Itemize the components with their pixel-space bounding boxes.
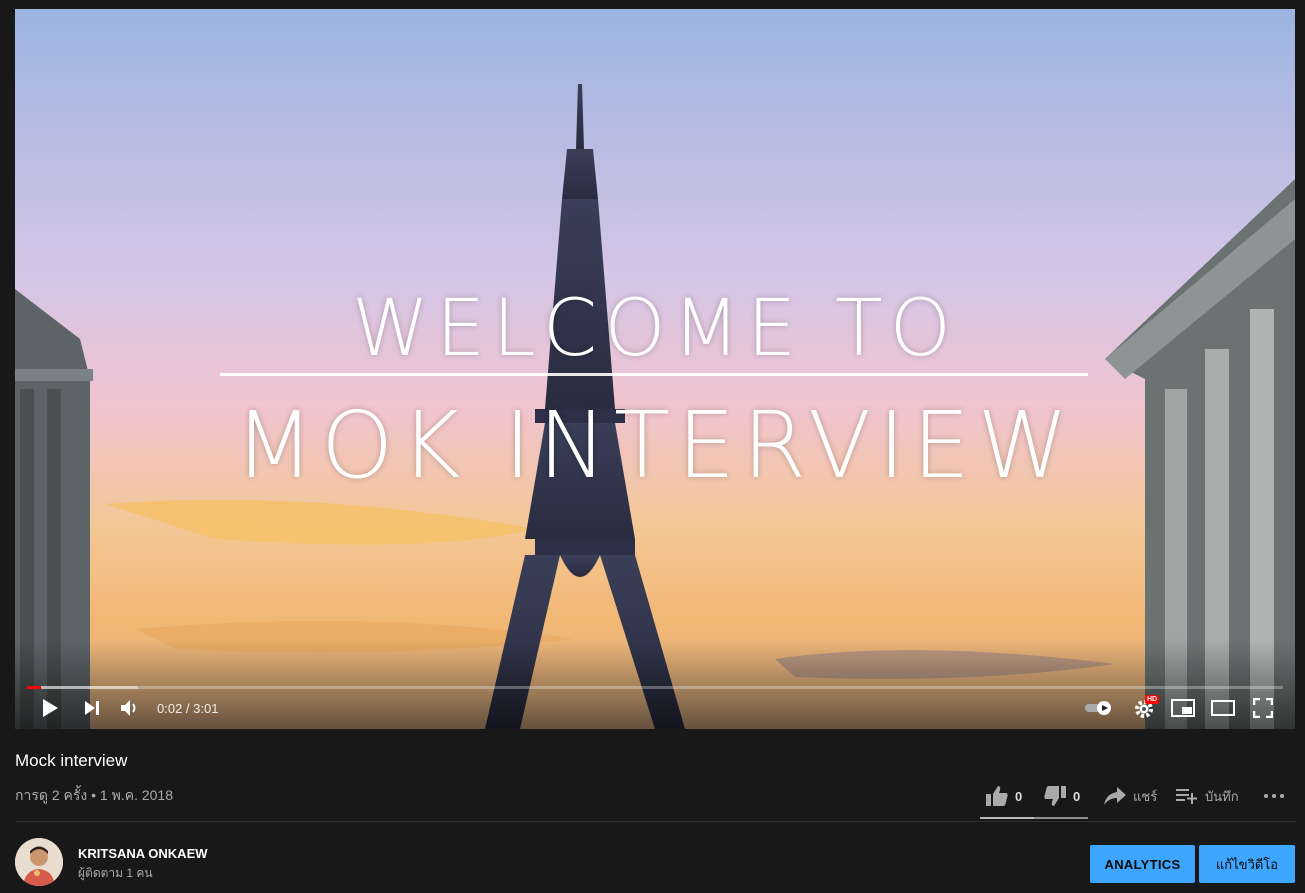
play-icon <box>43 699 58 717</box>
sentiment-likes <box>980 817 1034 819</box>
progress-loaded <box>27 686 138 689</box>
theater-button[interactable] <box>1210 695 1236 721</box>
miniplayer-icon <box>1171 699 1195 717</box>
overlay-title-line1: WELCOME TO <box>351 284 959 374</box>
dislike-count: 0 <box>1073 788 1081 804</box>
fullscreen-button[interactable] <box>1251 695 1275 721</box>
video-player[interactable]: WELCOME TO MOK INTERVIEW 0:02 / 3:01 HD <box>15 9 1295 729</box>
channel-name[interactable]: KRITSANA ONKAEW <box>78 846 208 861</box>
volume-icon <box>121 700 136 716</box>
autoplay-toggle[interactable] <box>1083 695 1115 721</box>
overlay-title-line2: MOK INTERVIEW <box>234 392 1076 499</box>
progress-bar[interactable] <box>27 686 1283 689</box>
sentiment-bar <box>980 817 1088 819</box>
play-button[interactable] <box>37 695 63 721</box>
miniplayer-button[interactable] <box>1170 695 1196 721</box>
share-button[interactable]: แชร์ <box>1103 782 1157 810</box>
fullscreen-icon <box>1253 698 1273 718</box>
video-meta: การดู 2 ครั้ง • 1 พ.ค. 2018 <box>15 787 173 803</box>
thumbs-up-icon <box>986 786 1008 806</box>
more-actions-button[interactable] <box>1263 782 1285 810</box>
next-icon <box>85 701 99 715</box>
volume-button[interactable] <box>117 695 143 721</box>
analytics-button[interactable]: ANALYTICS <box>1090 845 1195 883</box>
avatar[interactable] <box>15 838 63 886</box>
dislike-button[interactable]: 0 <box>1043 782 1080 810</box>
save-label: บันทึก <box>1205 788 1239 804</box>
hd-badge: HD <box>1145 695 1160 704</box>
overlay-divider <box>220 373 1088 376</box>
theater-icon <box>1211 700 1235 716</box>
playlist-add-icon <box>1176 789 1197 804</box>
next-button[interactable] <box>79 695 105 721</box>
time-display: 0:02 / 3:01 <box>157 701 219 716</box>
share-icon <box>1104 787 1126 805</box>
edit-video-button[interactable]: แก้ไขวิดีโอ <box>1199 845 1295 883</box>
settings-button[interactable]: HD <box>1130 695 1160 721</box>
like-count: 0 <box>1015 788 1023 804</box>
subscriber-count: ผู้ติดตาม 1 คน <box>78 866 153 880</box>
video-title: Mock interview <box>15 751 128 770</box>
more-horiz-icon <box>1264 794 1284 798</box>
thumbs-down-icon <box>1044 786 1066 806</box>
save-button[interactable]: บันทึก <box>1175 782 1239 810</box>
share-label: แชร์ <box>1133 788 1158 804</box>
divider <box>15 821 1295 822</box>
progress-played <box>27 686 41 689</box>
like-button[interactable]: 0 <box>985 782 1022 810</box>
